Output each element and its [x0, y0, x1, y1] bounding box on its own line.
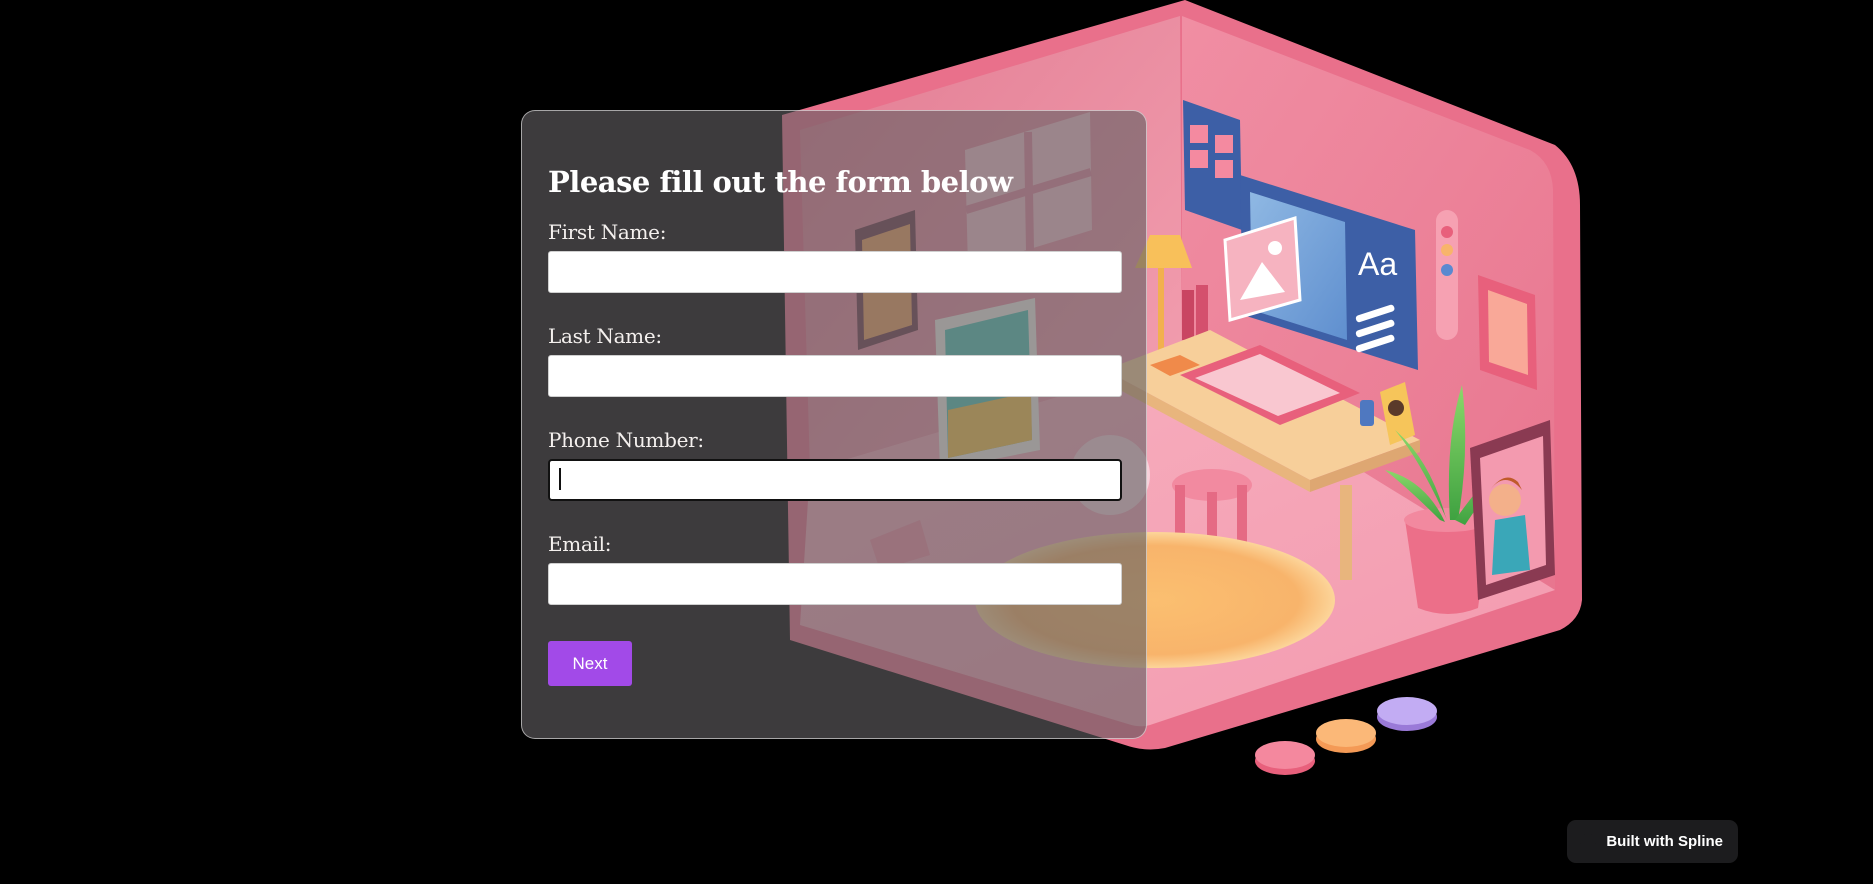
form: Please fill out the form below First Nam… [548, 159, 1122, 686]
built-with-spline-badge[interactable]: Built with Spline [1567, 820, 1738, 863]
form-title: Please fill out the form below [548, 165, 1013, 199]
first-name-label: First Name: [548, 220, 667, 244]
form-panel: Please fill out the form below First Nam… [521, 110, 1147, 739]
phone-number-label: Phone Number: [548, 428, 704, 452]
phone-number-group: Phone Number: [548, 427, 1122, 501]
page: Aa Please fill out the form below First … [0, 0, 1873, 884]
last-name-group: Last Name: [548, 323, 1122, 397]
phone-number-wrap [548, 459, 1122, 501]
next-button[interactable]: Next [548, 641, 632, 686]
last-name-label: Last Name: [548, 324, 662, 348]
badge-label: Built with Spline [1606, 833, 1723, 850]
email-label: Email: [548, 532, 612, 556]
text-caret [559, 468, 561, 490]
email-group: Email: [548, 531, 1122, 605]
phone-number-input[interactable] [548, 459, 1122, 501]
first-name-input[interactable] [548, 251, 1122, 293]
spline-logo-icon [1579, 832, 1597, 850]
email-input[interactable] [548, 563, 1122, 605]
aa-glyph: Aa [1358, 246, 1397, 282]
last-name-input[interactable] [548, 355, 1122, 397]
first-name-group: First Name: [548, 219, 1122, 293]
